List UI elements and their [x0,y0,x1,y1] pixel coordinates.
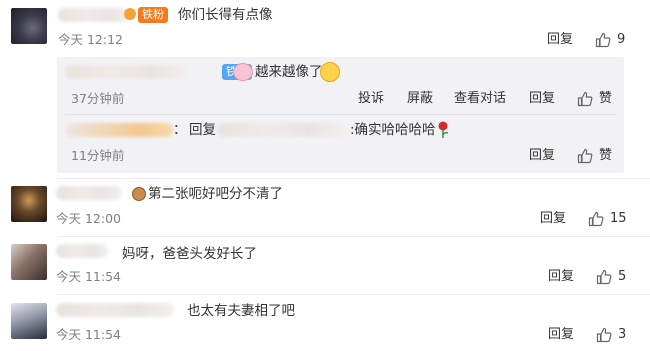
reply-button[interactable]: 回复 [548,269,574,285]
thumbs-up-icon [595,32,611,48]
divider [57,294,650,295]
divider [65,114,616,115]
like-label: 赞 [599,91,613,106]
reply-button[interactable]: 回复 [547,32,573,48]
grin-emoji [320,62,340,82]
username-blurred[interactable] [56,186,122,200]
comment-text: 第二张呃好吧分不清了 [148,186,283,202]
like-button[interactable]: 赞 [577,90,612,108]
username-blurred[interactable] [58,8,130,22]
like-button[interactable]: 赞 [577,147,612,165]
avatar[interactable] [11,186,47,222]
username-blurred[interactable] [56,303,174,317]
report-button[interactable]: 投诉 [358,91,384,107]
like-count: 15 [610,211,627,226]
fan-badge: 铁粉 [138,7,168,23]
thumbs-up-icon [577,91,593,107]
reply-time: 37分钟前 [71,91,125,106]
reply-target-blurred[interactable] [217,123,347,137]
reply-colon: ： [173,122,187,138]
reply-button[interactable]: 回复 [529,148,555,164]
username-blurred[interactable] [56,244,108,258]
like-button[interactable]: 3 [596,326,626,344]
pink-bunny-emoji [233,63,253,81]
thumbs-up-icon [596,269,612,285]
like-label: 赞 [599,148,613,163]
like-count: 9 [617,32,626,47]
view-conversation-button[interactable]: 查看对话 [454,91,506,107]
comment-time: 今天 11:54 [56,269,121,284]
reply-thread: 铁粉 越来越像了 37分钟前 投诉 屏蔽 查看对话 回复 赞 ： 回复 :确实哈… [57,57,624,173]
crown-emoji [124,8,136,20]
reply-to-label: 回复 [189,122,216,138]
reply-time: 11分钟前 [71,148,125,163]
avatar[interactable] [11,8,47,44]
reply-username-blurred[interactable] [65,65,189,79]
thumbs-up-icon [588,211,604,227]
like-button[interactable]: 9 [595,31,625,49]
comment-text: 妈呀，爸爸头发好长了 [122,246,257,262]
like-count: 5 [618,269,627,284]
reply-button[interactable]: 回复 [540,211,566,227]
rose-emoji [436,121,450,139]
comment-text: 你们长得有点像 [178,7,273,23]
monkey-emoji [132,187,146,201]
reply-button[interactable]: 回复 [529,91,555,107]
reply-username-blurred[interactable] [65,123,173,137]
thumbs-up-icon [596,327,612,343]
thumbs-up-icon [577,148,593,164]
avatar[interactable] [11,244,47,280]
reply-text: :确实哈哈哈哈 [350,122,436,138]
comment-time: 今天 12:00 [56,211,121,226]
comment-time: 今天 11:54 [56,327,121,342]
divider [57,236,650,237]
block-button[interactable]: 屏蔽 [407,91,433,107]
avatar[interactable] [11,303,47,339]
like-count: 3 [618,327,627,342]
comment-text: 也太有夫妻相了吧 [187,303,295,319]
divider [57,178,650,179]
reply-button[interactable]: 回复 [548,327,574,343]
like-button[interactable]: 15 [588,210,627,228]
reply-text: 越来越像了 [255,64,323,80]
like-button[interactable]: 5 [596,268,626,286]
comment-time: 今天 12:12 [58,32,123,47]
